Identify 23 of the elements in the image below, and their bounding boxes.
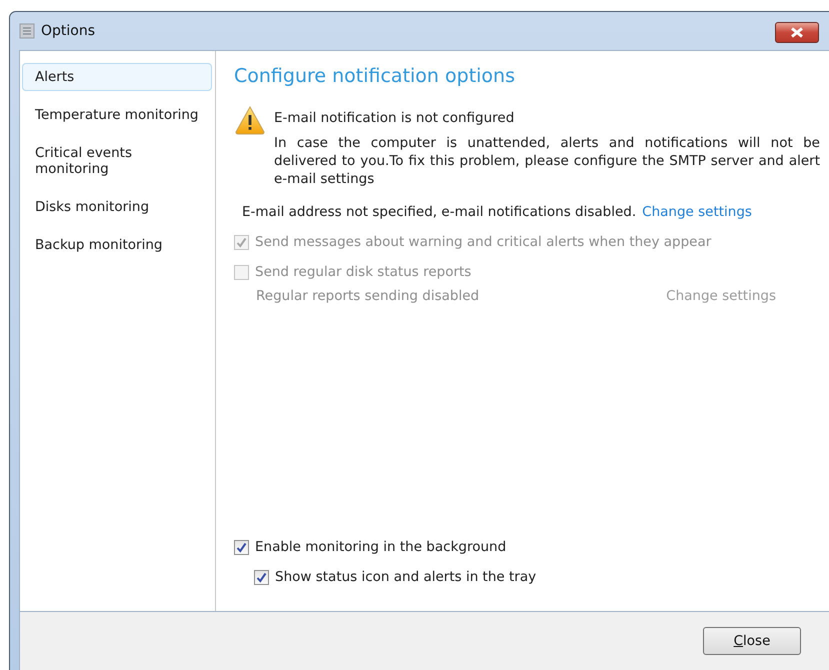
warning-message: In case the computer is unattended, alerts and notifications will not be delivered to you.To fix this problem, please configure the SMTP server and alert e-mail settings xyxy=(274,134,820,188)
checkbox-label: Enable monitoring in the background xyxy=(255,539,506,555)
window-app-icon xyxy=(19,23,35,39)
warning-title: E-mail notification is not configured xyxy=(274,110,516,126)
section-heading: Configure notification options xyxy=(234,65,516,87)
warning-icon xyxy=(234,105,266,135)
sidebar-item[interactable]: Backup monitoring xyxy=(22,231,212,259)
sidebar-item[interactable]: Temperature monitoring xyxy=(22,101,212,129)
checkbox[interactable] xyxy=(234,540,249,554)
checkbox[interactable] xyxy=(254,570,269,584)
close-dialog-button[interactable]: Close xyxy=(703,627,801,655)
checkbox-label: Show status icon and alerts in the tray xyxy=(275,569,536,585)
close-icon xyxy=(790,27,804,38)
close-button[interactable] xyxy=(775,22,819,43)
checkbox-label: Send regular disk status reports xyxy=(255,264,472,280)
sidebar-item[interactable]: Alerts xyxy=(22,63,212,91)
change-settings-link[interactable]: Change settings xyxy=(642,204,752,220)
sidebar-item[interactable]: Critical events monitoring xyxy=(22,139,212,183)
checkbox-label: Send messages about warning and critical alerts when they appear xyxy=(255,234,712,250)
reports-status-text: Regular reports sending disabled xyxy=(256,288,480,304)
sidebar-item[interactable]: Disks monitoring xyxy=(22,193,212,221)
window-title: Options xyxy=(41,23,96,39)
email-status-text: E-mail address not specified, e-mail notifications disabled. xyxy=(242,204,636,220)
